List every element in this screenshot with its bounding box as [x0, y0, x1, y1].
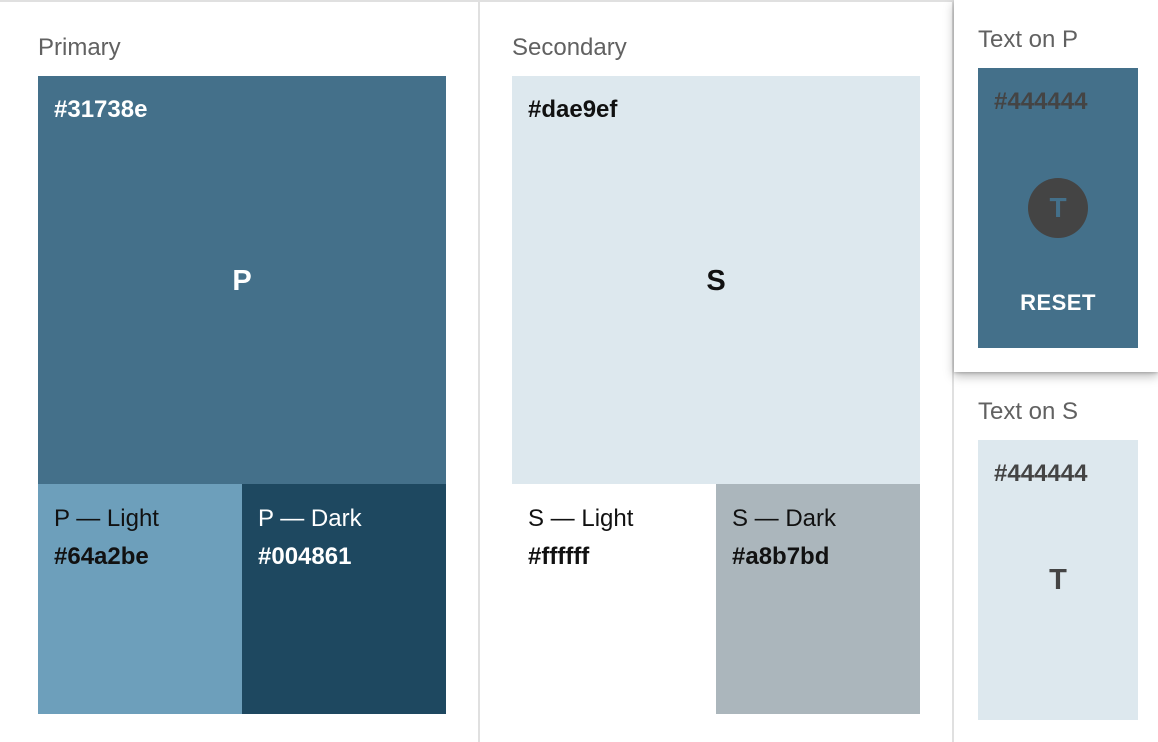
secondary-main-swatch[interactable]: #dae9ef S: [512, 76, 920, 484]
text-on-s-label: Text on S: [978, 398, 1079, 425]
secondary-light-name: S — Light: [528, 505, 634, 532]
text-on-s-hex: #444444: [994, 460, 1088, 487]
secondary-main-hex: #dae9ef: [528, 96, 618, 123]
secondary-light-swatch[interactable]: S — Light #ffffff: [512, 484, 716, 714]
primary-main-letter: P: [232, 265, 252, 297]
secondary-section-label: Secondary: [512, 34, 627, 61]
text-on-p-label: Text on P: [978, 26, 1079, 53]
secondary-light-hex: #ffffff: [528, 543, 590, 570]
secondary-dark-swatch[interactable]: S — Dark #a8b7bd: [716, 484, 920, 714]
panel-divider-1: [478, 0, 480, 742]
primary-section-label: Primary: [38, 34, 121, 61]
reset-button[interactable]: RESET: [978, 288, 1138, 318]
top-border: [0, 0, 952, 2]
text-on-p-hex: #444444: [994, 88, 1088, 115]
text-on-p-swatch[interactable]: #444444 T RESET: [978, 68, 1138, 348]
secondary-dark-hex: #a8b7bd: [732, 543, 830, 570]
text-on-p-card: Text on P #444444 T RESET: [954, 0, 1158, 372]
primary-main-hex: #31738e: [54, 96, 148, 123]
primary-light-hex: #64a2be: [54, 543, 149, 570]
primary-light-name: P — Light: [54, 505, 159, 532]
primary-dark-swatch[interactable]: P — Dark #004861: [242, 484, 446, 714]
primary-light-swatch[interactable]: P — Light #64a2be: [38, 484, 242, 714]
secondary-dark-name: S — Dark: [732, 505, 837, 532]
secondary-main-letter: S: [706, 265, 726, 297]
primary-dark-name: P — Dark: [258, 505, 362, 532]
text-avatar[interactable]: T: [1028, 178, 1088, 238]
text-on-s-swatch[interactable]: #444444 T: [978, 440, 1138, 720]
primary-main-swatch[interactable]: #31738e P: [38, 76, 446, 484]
text-on-s-letter: T: [1049, 564, 1067, 596]
primary-dark-hex: #004861: [258, 543, 352, 570]
color-palette-tool: Primary #31738e P P — Light #64a2be P — …: [0, 0, 1158, 742]
